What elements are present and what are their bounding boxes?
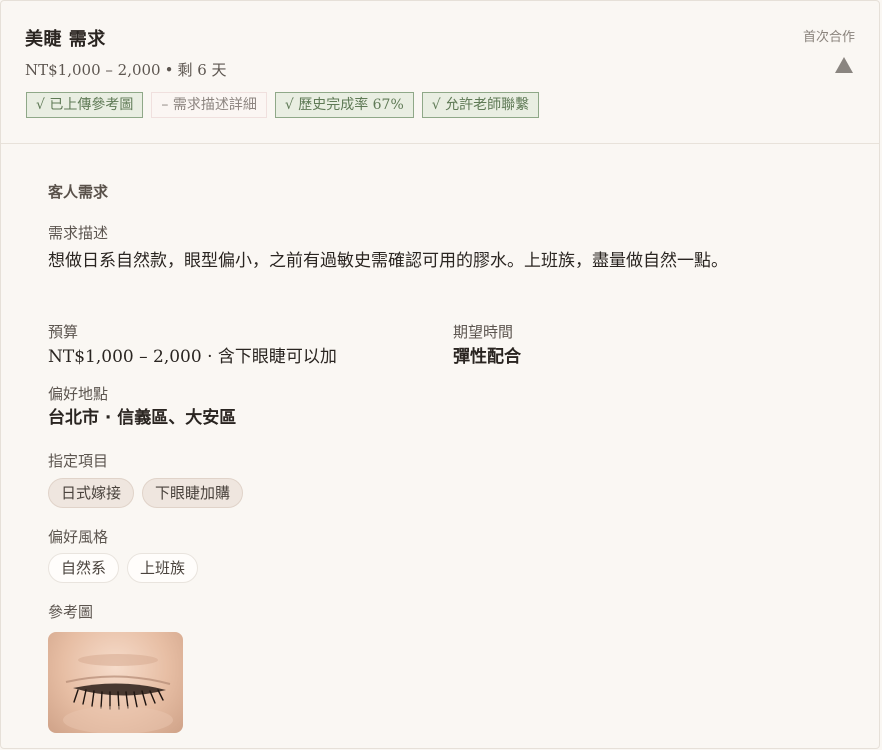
first-cooperation-label: 首次合作 — [802, 30, 855, 45]
days-remaining: 剩 6 天 — [177, 61, 227, 79]
request-header[interactable]: 美睫 需求 NT$1,000 – 2,000 • 剩 6 天 首次合作 √ 已上傳參… — [1, 1, 879, 144]
description-text: 想做日系自然款，眼型偏小，之前有過敏史需確認可用的膠水。上班族，盡量做自然一點。 — [48, 251, 728, 271]
price-range: NT$1,000 – 2,000 — [25, 61, 161, 79]
items-pills: 日式嫁接 下眼睫加購 — [48, 478, 244, 508]
section-title: 客人需求 — [48, 183, 109, 201]
style-pill: 上班族 — [127, 553, 199, 583]
location-label: 偏好地點 — [48, 385, 109, 403]
style-pill: 自然系 — [48, 553, 120, 583]
location-value: 台北市 · 信義區、大安區 — [48, 408, 237, 428]
budget-label: 預算 — [48, 323, 79, 341]
chip-completion-rate: √ 歷史完成率 67% — [274, 92, 414, 118]
reference-image[interactable] — [48, 632, 183, 733]
chip-description-detailed: – 需求描述詳細 — [151, 92, 267, 118]
request-title: 美睫 需求 — [25, 29, 106, 50]
items-label: 指定項目 — [48, 452, 109, 470]
description-label: 需求描述 — [48, 224, 109, 242]
item-pill: 下眼睫加購 — [142, 478, 244, 508]
style-pills: 自然系 上班族 — [48, 553, 199, 583]
request-card: 美睫 需求 NT$1,000 – 2,000 • 剩 6 天 首次合作 √ 已上傳參… — [0, 0, 880, 749]
style-label: 偏好風格 — [48, 528, 109, 546]
item-pill: 日式嫁接 — [48, 478, 135, 508]
time-label: 期望時間 — [453, 323, 514, 341]
meta-separator: • — [164, 61, 174, 79]
time-value: 彈性配合 — [453, 347, 521, 367]
triangle-up-icon[interactable] — [835, 57, 853, 73]
reference-label: 參考圖 — [48, 603, 94, 621]
request-meta: NT$1,000 – 2,000 • 剩 6 天 — [25, 59, 227, 80]
eyelash-photo — [63, 654, 173, 733]
status-chips: √ 已上傳參考圖 – 需求描述詳細 √ 歷史完成率 67% √ 允許老師聯繫 — [26, 92, 540, 118]
chip-reference-uploaded: √ 已上傳參考圖 — [26, 92, 144, 118]
budget-value: NT$1,000 – 2,000 · 含下眼睫可以加 — [48, 347, 337, 367]
chip-allow-contact: √ 允許老師聯繫 — [421, 92, 540, 118]
